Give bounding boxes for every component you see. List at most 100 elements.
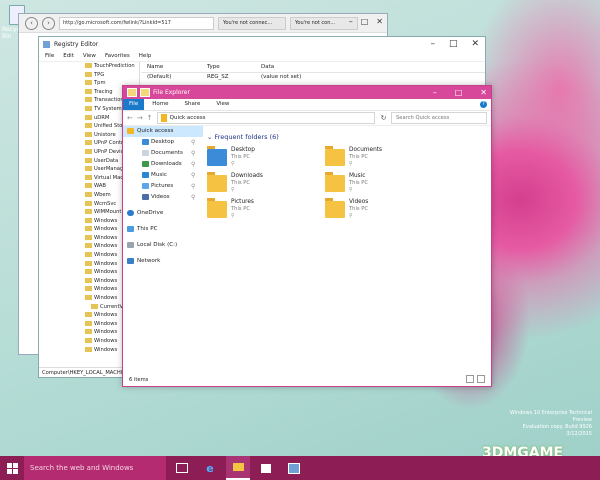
tile-videos[interactable]: Videos This PC ⚲: [321, 198, 431, 224]
pin-icon[interactable]: ⚲: [191, 181, 195, 192]
pin-icon[interactable]: ⚲: [349, 161, 353, 167]
start-button[interactable]: [0, 456, 24, 480]
close-icon[interactable]: ✕: [480, 86, 487, 99]
minimize-icon[interactable]: –: [430, 38, 435, 50]
maximize-icon[interactable]: □: [361, 14, 369, 30]
navigation-pane: Quick access Desktop ⚲ Documents ⚲ Downloa…: [123, 126, 203, 366]
explorer-content: ⌄ Frequent folders (6) Desktop This PC ⚲…: [203, 126, 491, 366]
folder-icon: [85, 63, 92, 68]
minimize-icon[interactable]: –: [349, 14, 353, 30]
nav-pictures[interactable]: Pictures ⚲: [123, 181, 203, 192]
large-icons-view-icon[interactable]: [477, 375, 485, 383]
folder-icon: [85, 346, 92, 352]
maximize-icon[interactable]: □: [455, 86, 463, 99]
menu-view[interactable]: View: [83, 51, 96, 61]
pin-icon[interactable]: ⚲: [349, 213, 353, 219]
column-name[interactable]: Name: [141, 62, 207, 72]
nav-quick-access[interactable]: Quick access: [123, 126, 203, 137]
menu-file[interactable]: File: [45, 51, 54, 61]
browser-window-controls: – □ ✕: [349, 14, 383, 30]
back-arrow-icon[interactable]: ←: [127, 114, 133, 122]
menu-favorites[interactable]: Favorites: [105, 51, 130, 61]
tile-music[interactable]: Music This PC ⚲: [321, 172, 431, 198]
tree-node-label: Windows: [94, 338, 118, 344]
tile-documents[interactable]: Documents This PC ⚲: [321, 146, 431, 172]
tile-pictures[interactable]: Pictures This PC ⚲: [203, 198, 313, 224]
details-view-icon[interactable]: [466, 375, 474, 383]
ribbon-tab-home[interactable]: Home: [144, 99, 176, 110]
pin-icon[interactable]: ⚲: [349, 187, 353, 193]
task-view-button[interactable]: [170, 456, 194, 480]
folder-icon: [85, 234, 92, 240]
quick-access-toolbar-icon[interactable]: [140, 88, 150, 97]
explorer-search-input[interactable]: Search Quick access: [391, 112, 487, 124]
explorer-address-row: ← → ↑ Quick access ↻ Search Quick access: [123, 111, 491, 126]
menu-edit[interactable]: Edit: [63, 51, 74, 61]
music-icon: [142, 172, 149, 178]
nav-localdisk[interactable]: Local Disk (C:): [123, 240, 203, 251]
maximize-icon[interactable]: □: [449, 38, 458, 50]
folder-icon: [85, 277, 92, 283]
ribbon-tab-view[interactable]: View: [208, 99, 237, 110]
tree-node-label: Tpm: [94, 80, 106, 87]
column-type[interactable]: Type: [207, 62, 261, 72]
folder-icon: [85, 105, 92, 111]
help-icon[interactable]: ?: [480, 101, 487, 108]
minimize-icon[interactable]: –: [433, 86, 437, 99]
nav-music[interactable]: Music ⚲: [123, 170, 203, 181]
internet-explorer-icon: e: [206, 461, 214, 475]
pin-icon[interactable]: ⚲: [191, 192, 195, 203]
taskbar: Search the web and Windows e: [0, 456, 600, 480]
frequent-folders-heading[interactable]: ⌄ Frequent folders (6): [203, 126, 491, 143]
pin-icon[interactable]: ⚲: [191, 159, 195, 170]
tree-node[interactable]: TouchPrediction: [39, 62, 139, 71]
tree-node-label: Windows: [94, 277, 118, 284]
tree-node[interactable]: TPG: [39, 71, 139, 80]
chevron-down-icon[interactable]: ⌄: [207, 133, 215, 141]
nav-onedrive[interactable]: OneDrive: [123, 208, 203, 219]
nav-downloads[interactable]: Downloads ⚲: [123, 159, 203, 170]
value-row[interactable]: (Default) REG_SZ (value not set): [141, 73, 485, 82]
up-arrow-icon[interactable]: ↑: [147, 114, 153, 122]
pin-icon[interactable]: ⚲: [191, 148, 195, 159]
close-icon[interactable]: ✕: [376, 14, 383, 30]
pin-icon[interactable]: ⚲: [191, 137, 195, 148]
store-button[interactable]: [254, 456, 278, 480]
menu-help[interactable]: Help: [139, 51, 152, 61]
regedit-app-icon: [43, 40, 50, 48]
browser-tab-1[interactable]: You're not connec...: [218, 16, 286, 30]
documents-folder-icon: [325, 146, 345, 166]
documents-icon: [142, 150, 149, 156]
pin-icon[interactable]: ⚲: [231, 187, 235, 193]
taskbar-search-input[interactable]: Search the web and Windows: [24, 456, 166, 480]
close-icon[interactable]: ✕: [471, 38, 479, 50]
address-bar[interactable]: http://go.microsoft.com/fwlink/?LinkId=5…: [59, 16, 214, 30]
pin-icon[interactable]: ⚲: [231, 213, 235, 219]
forward-icon[interactable]: ›: [42, 16, 55, 30]
pin-icon[interactable]: ⚲: [191, 170, 195, 181]
folder-icon: [85, 329, 92, 335]
nav-desktop[interactable]: Desktop ⚲: [123, 137, 203, 148]
path-segment[interactable]: Quick access: [170, 115, 206, 121]
ie-button[interactable]: e: [198, 456, 222, 480]
refresh-icon[interactable]: ↻: [381, 114, 387, 122]
column-data[interactable]: Data: [261, 62, 274, 72]
nav-documents[interactable]: Documents ⚲: [123, 148, 203, 159]
nav-network[interactable]: Network: [123, 256, 203, 267]
file-explorer-window[interactable]: File Explorer – □ ✕ File Home Share View…: [122, 85, 492, 387]
regedit-taskbar-button[interactable]: [282, 456, 306, 480]
nav-thispc[interactable]: This PC: [123, 224, 203, 235]
tile-desktop[interactable]: Desktop This PC ⚲: [203, 146, 313, 172]
tile-sub: This PC: [231, 206, 250, 212]
folder-icon: [85, 157, 92, 163]
tree-node-label: TV System: [94, 105, 122, 112]
forward-arrow-icon[interactable]: →: [137, 114, 143, 122]
back-icon[interactable]: ‹: [25, 16, 38, 30]
explorer-address-bar[interactable]: Quick access: [156, 112, 375, 124]
ribbon-tab-share[interactable]: Share: [176, 99, 208, 110]
tile-downloads[interactable]: Downloads This PC ⚲: [203, 172, 313, 198]
pin-icon[interactable]: ⚲: [231, 161, 235, 167]
ribbon-tab-file[interactable]: File: [123, 99, 145, 110]
file-explorer-button[interactable]: [226, 456, 250, 480]
nav-videos[interactable]: Videos ⚲: [123, 192, 203, 203]
